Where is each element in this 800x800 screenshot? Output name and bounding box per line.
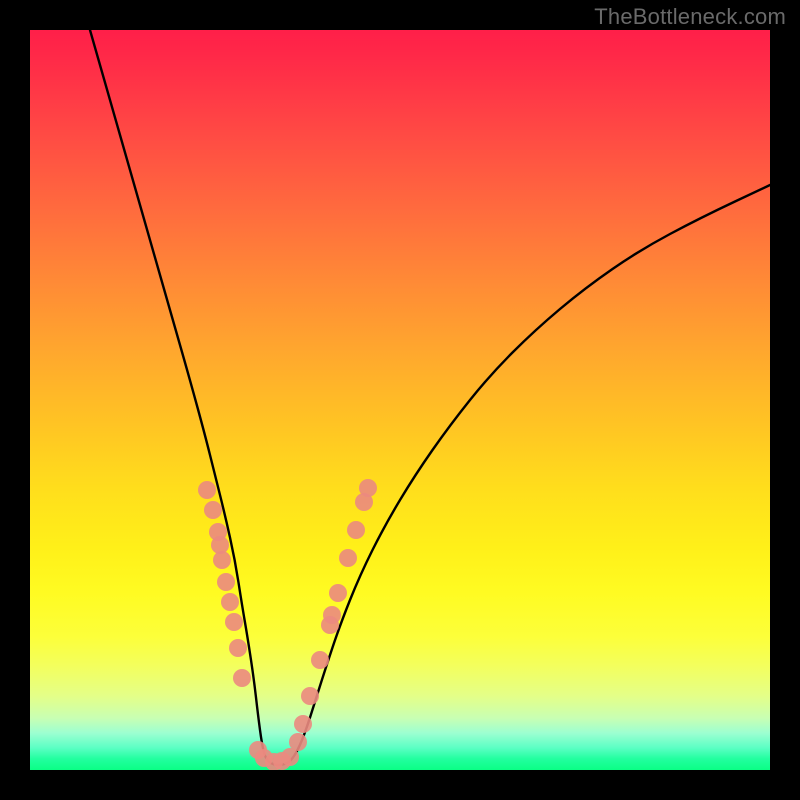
- scatter-dot: [221, 593, 239, 611]
- scatter-dot: [289, 733, 307, 751]
- plot-area: [30, 30, 770, 770]
- scatter-dot: [294, 715, 312, 733]
- curve-svg: [30, 30, 770, 770]
- scatter-dot: [229, 639, 247, 657]
- scatter-dot: [233, 669, 251, 687]
- scatter-dots: [198, 479, 377, 770]
- chart-frame: TheBottleneck.com: [0, 0, 800, 800]
- scatter-dot: [347, 521, 365, 539]
- scatter-dot: [198, 481, 216, 499]
- scatter-dot: [359, 479, 377, 497]
- scatter-dot: [339, 549, 357, 567]
- scatter-dot: [217, 573, 235, 591]
- watermark-text: TheBottleneck.com: [594, 4, 786, 30]
- scatter-dot: [301, 687, 319, 705]
- scatter-dot: [323, 606, 341, 624]
- scatter-dot: [213, 551, 231, 569]
- scatter-dot: [204, 501, 222, 519]
- scatter-dot: [329, 584, 347, 602]
- scatter-dot: [225, 613, 243, 631]
- bottleneck-curve: [90, 30, 770, 765]
- scatter-dot: [311, 651, 329, 669]
